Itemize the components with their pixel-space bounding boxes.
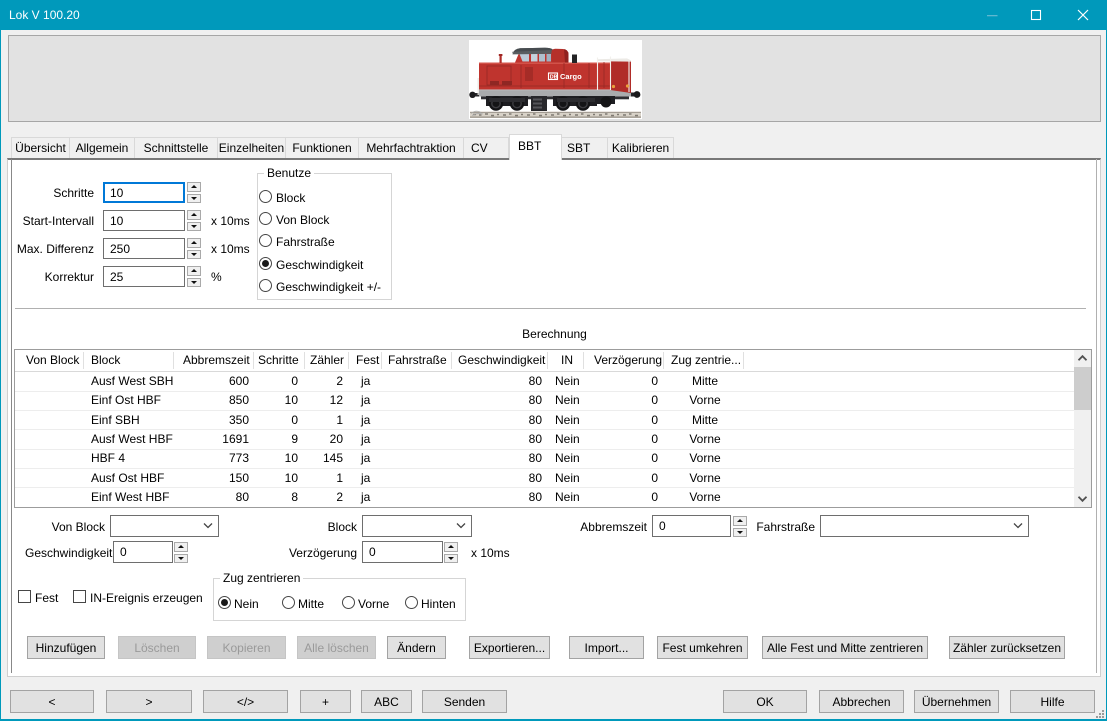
svg-text:Cargo: Cargo xyxy=(560,72,582,81)
svg-text:DB: DB xyxy=(550,74,558,80)
